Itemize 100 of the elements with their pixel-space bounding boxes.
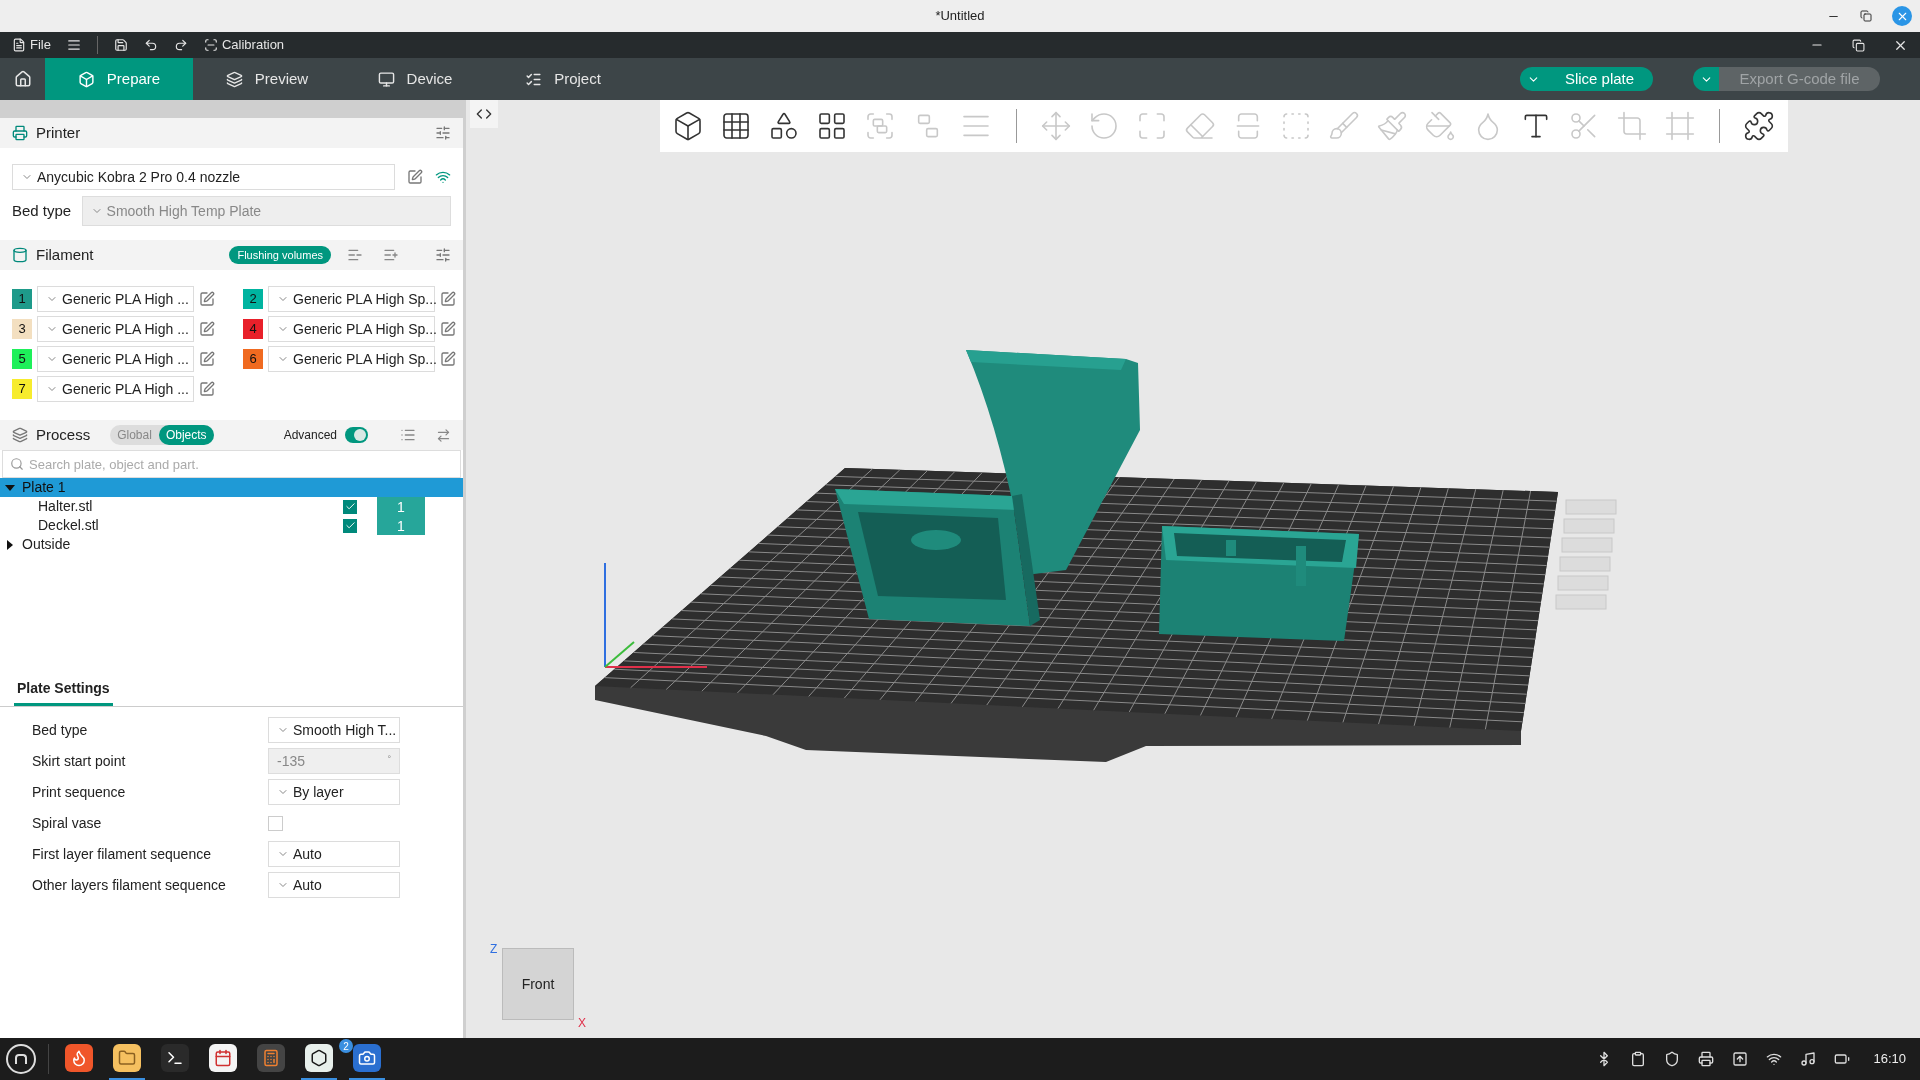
tree-row[interactable]: Plate 1 [0, 478, 463, 497]
filament-select[interactable]: Generic PLA High ... [37, 376, 194, 402]
calendar-icon[interactable] [209, 1044, 237, 1072]
slot-number[interactable]: 1 [12, 289, 32, 309]
add-filament-icon[interactable] [383, 247, 399, 263]
start-menu-button[interactable] [6, 1044, 36, 1074]
slot-number[interactable]: 2 [243, 289, 263, 309]
scope-toggle[interactable]: Objects [158, 425, 214, 445]
advanced-switch[interactable] [345, 427, 368, 443]
restore-icon[interactable] [1860, 10, 1872, 22]
search-field[interactable]: Search plate, object and part. [2, 450, 461, 478]
filament-select[interactable]: Generic PLA High Sp... [268, 286, 435, 312]
advanced-label: Advanced [283, 427, 337, 444]
filament-select[interactable]: Generic PLA High ... [37, 286, 194, 312]
slot-number[interactable]: 6 [243, 349, 263, 369]
tree-label: Halter.stl [38, 497, 93, 516]
checkbox[interactable] [343, 499, 357, 514]
clock: 16:10 [1873, 1050, 1906, 1069]
shield-icon[interactable] [1664, 1051, 1681, 1067]
slot-number[interactable]: 5 [12, 349, 32, 369]
notification-badge: 2 [339, 1039, 353, 1053]
edit-icon[interactable] [440, 321, 456, 337]
printer-select[interactable]: Anycubic Kobra 2 Pro 0.4 nozzle [12, 164, 395, 190]
count-badge: 1 [377, 516, 425, 535]
edit-icon[interactable] [440, 291, 456, 307]
edit-icon[interactable] [440, 351, 456, 367]
printer-icon [12, 125, 28, 141]
home-icon[interactable] [13, 70, 32, 88]
tab[interactable]: Project [489, 58, 637, 100]
field-label: Bed type [12, 200, 73, 221]
collapse-icon[interactable] [476, 106, 492, 122]
flushing-volumes-button[interactable]: Flushing volumes [229, 246, 331, 264]
list-icon[interactable] [400, 427, 416, 443]
calculator-icon[interactable] [257, 1044, 285, 1072]
tab[interactable]: Prepare [45, 58, 193, 100]
folder-icon[interactable] [113, 1044, 141, 1072]
terminal-icon[interactable] [161, 1044, 189, 1072]
checkbox[interactable] [268, 815, 283, 831]
tree-label: Plate 1 [22, 478, 66, 497]
setting-label: Other layers filament sequence [32, 875, 227, 895]
slot-number[interactable]: 7 [12, 379, 32, 399]
setting-label: First layer filament sequence [32, 844, 212, 864]
edit-icon[interactable] [199, 321, 215, 337]
settings-icon[interactable] [435, 247, 451, 263]
flame-icon[interactable] [65, 1044, 93, 1072]
clipboard-icon[interactable] [1630, 1051, 1647, 1067]
dropdown-button[interactable] [1520, 67, 1546, 91]
setting-label: Print sequence [32, 782, 127, 802]
tree-label: Outside [22, 535, 71, 554]
save-icon[interactable] [113, 38, 128, 52]
setting-label: Spiral vase [32, 813, 103, 833]
remove-filament-icon[interactable] [347, 247, 363, 263]
view-cube[interactable]: Front [502, 948, 574, 1020]
tree-row[interactable]: Outside [0, 535, 463, 554]
window-title: *Untitled [935, 7, 985, 26]
redo-icon[interactable] [173, 38, 188, 52]
calibration-menu[interactable]: Calibration [221, 35, 285, 55]
setting-select[interactable]: By layer [268, 779, 400, 805]
filament-select[interactable]: Generic PLA High Sp... [268, 346, 435, 372]
music-icon[interactable] [1800, 1051, 1817, 1067]
close-button[interactable] [1892, 6, 1912, 26]
upload-icon[interactable] [1732, 1051, 1749, 1067]
edit-icon[interactable] [199, 381, 215, 397]
filament-select[interactable]: Generic PLA High ... [37, 316, 194, 342]
cube-icon [77, 70, 95, 88]
tab[interactable]: Preview [193, 58, 341, 100]
section-title: Filament [36, 244, 94, 265]
swap-icon[interactable] [436, 427, 451, 443]
count-badge: 1 [377, 497, 425, 516]
spool-icon [12, 247, 28, 263]
dropdown-button[interactable] [1693, 67, 1719, 91]
edit-icon[interactable] [199, 351, 215, 367]
slot-number[interactable]: 4 [243, 319, 263, 339]
tree-row[interactable]: Halter.stl 1 [0, 497, 463, 516]
settings-tab[interactable]: Plate Settings [14, 678, 113, 706]
axis-label: X [578, 1015, 586, 1032]
camera-icon[interactable] [353, 1044, 381, 1072]
settings-icon[interactable] [435, 125, 451, 141]
tree-row[interactable]: Deckel.stl 1 [0, 516, 463, 535]
battery-icon[interactable] [1834, 1051, 1851, 1067]
setting-label: Skirt start point [32, 751, 127, 771]
filament-select[interactable]: Generic PLA High Sp... [268, 316, 435, 342]
file-menu[interactable]: File [30, 35, 51, 55]
tree-label: Deckel.stl [38, 516, 99, 535]
setting-select[interactable]: Auto [268, 872, 400, 898]
filament-select[interactable]: Generic PLA High ... [37, 346, 194, 372]
setting-select[interactable]: Smooth High T... [268, 717, 400, 743]
restore-icon[interactable] [1852, 38, 1865, 52]
printer-icon[interactable] [1698, 1051, 1715, 1067]
menu-icon[interactable] [66, 38, 81, 52]
setting-select[interactable]: Auto [268, 841, 400, 867]
edit-icon[interactable] [199, 291, 215, 307]
slice-button[interactable]: Slice plate [1546, 67, 1653, 91]
tab[interactable]: Device [341, 58, 489, 100]
edit-icon[interactable] [407, 169, 423, 185]
undo-icon[interactable] [143, 38, 158, 52]
scan-icon [203, 38, 218, 52]
checkbox[interactable] [343, 518, 357, 533]
slot-number[interactable]: 3 [12, 319, 32, 339]
wifi-icon[interactable] [1766, 1051, 1783, 1067]
